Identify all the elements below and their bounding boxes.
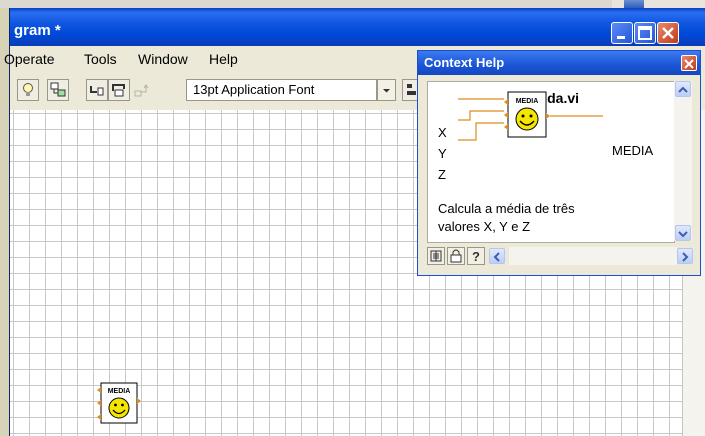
terminal-x: X (438, 125, 447, 140)
smiley-icon (108, 397, 130, 419)
scroll-down-button[interactable] (675, 225, 691, 241)
help-description: Calcula a média de três valores X, Y e Z (438, 200, 668, 236)
chevron-down-icon (383, 89, 390, 93)
help-bottom-bar: ? (427, 246, 693, 266)
help-description-line: Calcula a média de três (438, 201, 575, 216)
main-titlebar[interactable]: gram * (10, 8, 705, 46)
scroll-left-button[interactable] (489, 248, 505, 264)
probe-icon (50, 82, 66, 97)
detailed-help-button[interactable]: ? (467, 247, 485, 265)
show-optional-terminals-button[interactable] (427, 247, 445, 265)
desktop-strip (0, 0, 705, 8)
help-horizontal-scrollbar[interactable] (509, 247, 677, 265)
terminal-z: Z (438, 167, 446, 182)
font-dropdown-button[interactable] (377, 79, 396, 101)
terminal-y: Y (438, 146, 447, 161)
chevron-up-icon (678, 86, 688, 93)
maximize-icon (638, 26, 652, 40)
lock-icon (450, 249, 462, 263)
minimize-icon (617, 36, 625, 39)
help-titlebar[interactable]: Context Help (418, 51, 700, 75)
smiley-icon (515, 107, 539, 131)
minimize-button[interactable] (611, 22, 633, 44)
step-into-button[interactable] (86, 79, 108, 101)
step-out-icon (134, 84, 149, 97)
terminal-media-output: MEDIA (612, 143, 654, 158)
retain-wire-values-button[interactable] (47, 79, 69, 101)
connector-pane-diagram: MEDIA (458, 91, 603, 141)
scroll-up-button[interactable] (675, 81, 691, 97)
lock-context-help-button[interactable] (447, 247, 465, 265)
scroll-right-button[interactable] (677, 248, 693, 264)
menu-operate[interactable]: Operate (4, 51, 55, 67)
help-window-title: Context Help (424, 55, 505, 70)
chevron-right-icon (682, 252, 689, 262)
close-button[interactable] (657, 22, 679, 44)
media-subvi-node[interactable]: MEDIA (92, 380, 154, 436)
window-title: gram * (14, 22, 61, 39)
help-description-line: valores X, Y e Z (438, 219, 531, 234)
step-over-icon (112, 84, 125, 97)
context-help-window: Context Help meida.vi MEDIA X Y Z MEDIA … (417, 50, 701, 276)
help-node-label: MEDIA (516, 98, 539, 105)
step-into-icon (90, 86, 104, 96)
question-icon: ? (472, 249, 480, 264)
connector-pane-icon (430, 250, 442, 262)
close-icon (684, 59, 694, 69)
font-selector[interactable]: 13pt Application Font (186, 79, 377, 101)
step-over-button[interactable] (108, 79, 130, 101)
step-out-button[interactable] (130, 79, 152, 101)
svg-text:?: ? (472, 249, 480, 264)
highlight-execution-button[interactable] (17, 79, 39, 101)
menu-help[interactable]: Help (209, 51, 238, 67)
close-icon (662, 27, 674, 39)
help-content: meida.vi MEDIA X Y Z MEDIA Calcula a méd… (427, 81, 675, 243)
lightbulb-icon (23, 83, 33, 96)
maximize-button[interactable] (634, 22, 656, 44)
help-close-button[interactable] (681, 55, 697, 71)
node-label: MEDIA (108, 388, 131, 395)
chevron-down-icon (678, 231, 688, 238)
chevron-left-icon (493, 252, 500, 262)
help-vertical-scrollbar[interactable] (674, 81, 692, 241)
menu-tools[interactable]: Tools (84, 51, 117, 67)
menu-window[interactable]: Window (138, 51, 188, 67)
